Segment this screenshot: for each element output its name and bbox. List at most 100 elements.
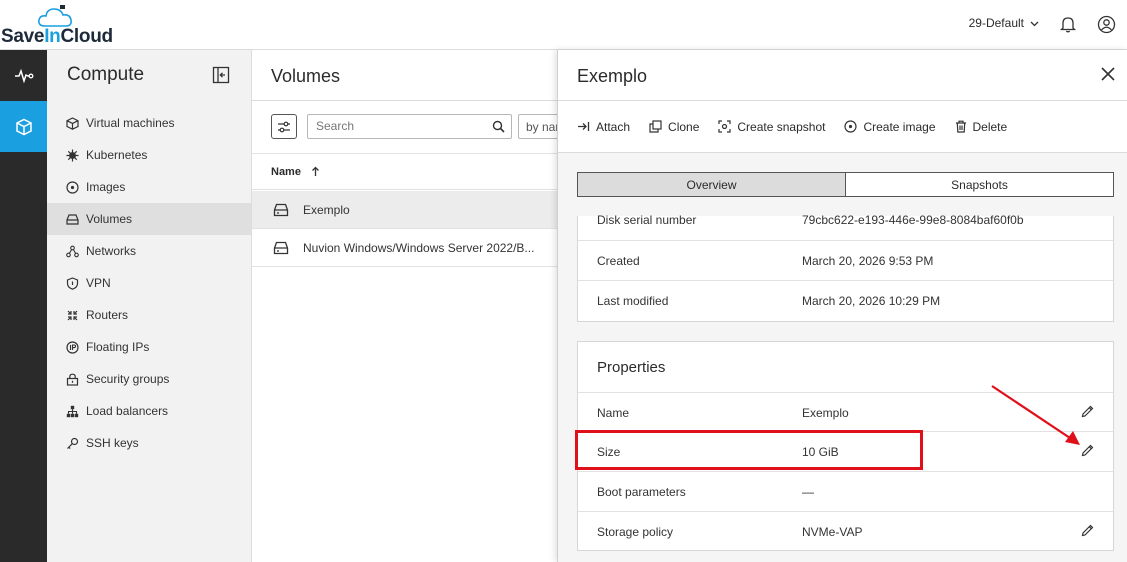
close-icon[interactable] [1100,66,1116,85]
table-row[interactable]: Exemplo [252,191,557,229]
ip-icon [66,340,79,354]
field-value: 79cbc622-e193-446e-99e8-8084baf60f0b [802,213,1024,227]
column-header-name[interactable]: Name [252,153,557,190]
volume-name: Exemplo [303,202,350,217]
clone-label: Clone [668,119,700,134]
clone-icon [649,120,662,133]
trash-icon [955,120,966,133]
divider [252,100,557,101]
field-value: Exemplo [802,406,849,420]
create-snapshot-label: Create snapshot [737,119,826,134]
sidebar-item-label: SSH keys [86,436,139,450]
cube-icon [66,116,79,130]
create-image-button[interactable]: Create image [844,119,936,134]
attach-button[interactable]: Attach [577,120,630,134]
sidebar-item-routers[interactable]: Routers [47,299,251,331]
collapse-sidebar-icon[interactable] [212,66,230,87]
activity-icon[interactable] [0,50,47,101]
property-row-boot-parameters: Boot parameters — [578,472,1113,512]
property-row-storage-policy: Storage policy NVMe-VAP [578,512,1113,552]
create-image-label: Create image [863,119,936,134]
sidebar-item-networks[interactable]: Networks [47,235,251,267]
size-highlight-box [575,430,923,470]
top-bar: SaveInCloud 29-Default [0,0,1127,50]
saveincloud-logo[interactable]: SaveInCloud [0,4,115,47]
sidebar-item-label: Floating IPs [86,340,150,354]
tenant-label: 29-Default [968,16,1024,30]
delete-button[interactable]: Delete [955,120,1007,134]
field-value: — [802,485,814,499]
network-icon [66,245,79,258]
compute-cube-icon[interactable] [0,101,47,152]
cloud-icon [38,5,72,27]
sidebar-item-label: Security groups [86,372,170,386]
panel-title: Exemplo [577,66,648,86]
field-label: Boot parameters [597,485,686,499]
filter-button[interactable] [271,114,297,139]
panel-tabs: Overview Snapshots [577,172,1114,197]
disc-icon [844,120,858,133]
volumes-list-pane: Volumes by nar Name Exemplo Nuvion Windo… [252,50,568,562]
sidebar-title: Compute [67,64,145,85]
sidebar-item-label: VPN [86,276,111,290]
sidebar-item-volumes[interactable]: Volumes [47,203,251,235]
hierarchy-icon [66,405,79,418]
tab-snapshots[interactable]: Snapshots [846,173,1113,196]
helm-icon [66,149,79,162]
compute-sidebar: Compute Virtual machines Kubernetes Imag… [47,50,252,562]
panel-toolbar: Attach Clone Create snapshot Create imag… [558,101,1127,153]
chevron-down-icon [1030,21,1039,26]
tenant-selector[interactable]: 29-Default [969,16,1039,30]
field-label: Last modified [597,294,669,308]
sidebar-item-label: Kubernetes [86,148,148,162]
volume-name: Nuvion Windows/Windows Server 2022/B... [303,240,535,255]
drive-icon [273,241,289,254]
clone-button[interactable]: Clone [649,120,699,134]
sidebar-item-label: Virtual machines [86,116,175,130]
sliders-icon [278,121,290,132]
sidebar-item-kubernetes[interactable]: Kubernetes [47,139,251,171]
sidebar-item-security-groups[interactable]: Security groups [47,363,251,395]
sidebar-item-vpn[interactable]: VPN [47,267,251,299]
app-rail [0,50,47,562]
search-field[interactable] [307,114,512,139]
sidebar-item-label: Images [86,180,126,194]
field-value: NVMe-VAP [802,525,863,539]
sidebar-item-images[interactable]: Images [47,171,251,203]
search-input[interactable] [316,115,486,137]
notifications-bell-icon[interactable] [1057,13,1079,35]
shield-icon [66,276,79,290]
field-value: March 20, 2026 9:53 PM [802,254,934,268]
last-modified-row: Last modified March 20, 2026 10:29 PM [578,281,1113,321]
field-label: Storage policy [597,525,674,539]
sidebar-item-label: Volumes [86,212,133,226]
sidebar-item-floating-ips[interactable]: Floating IPs [47,331,251,363]
field-label: Disk serial number [597,213,697,227]
sidebar-item-load-balancers[interactable]: Load balancers [47,395,251,427]
sidebar-item-virtual-machines[interactable]: Virtual machines [47,107,251,139]
disk-serial-row: Disk serial number 79cbc622-e193-446e-99… [578,202,1113,241]
field-label: Created [597,254,640,268]
field-label: Name [597,406,630,420]
router-icon [66,309,79,322]
user-account-icon[interactable] [1095,13,1117,35]
sidebar-item-label: Routers [86,308,129,322]
sidebar-item-ssh-keys[interactable]: SSH keys [47,427,251,459]
drive-icon [66,213,79,226]
lock-icon [66,373,79,386]
tab-overview[interactable]: Overview [578,173,846,196]
search-icon[interactable] [492,120,505,133]
key-icon [66,437,79,450]
snapshot-icon [718,120,731,133]
create-snapshot-button[interactable]: Create snapshot [718,120,825,134]
created-row: Created March 20, 2026 9:53 PM [578,241,1113,281]
field-value: March 20, 2026 10:29 PM [802,294,941,308]
properties-title: Properties [597,359,666,376]
sort-ascending-icon [312,166,319,176]
sidebar-item-label: Load balancers [86,404,169,418]
attach-arrow-icon [578,122,590,131]
table-row[interactable]: Nuvion Windows/Windows Server 2022/B... [252,229,557,267]
disc-icon [66,180,79,194]
column-header-label: Name [271,165,301,178]
edit-pencil-icon[interactable] [1081,524,1094,537]
